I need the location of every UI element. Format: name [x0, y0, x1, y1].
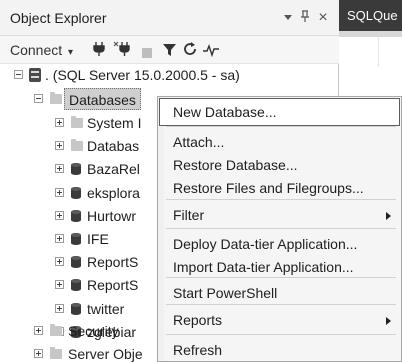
- database-icon: [71, 233, 81, 245]
- window-position-dropdown-icon[interactable]: [280, 9, 296, 27]
- chevron-down-icon: ▾: [68, 47, 74, 58]
- query-document-tab[interactable]: SQLQue: [339, 0, 402, 31]
- menu-item-label: Refresh: [173, 342, 223, 358]
- ssms-window: Object Explorer × Connect ▾ . (SQL Serve…: [0, 0, 402, 362]
- expand-icon[interactable]: [55, 164, 64, 173]
- activity-monitor-icon[interactable]: [203, 41, 219, 63]
- query-tab-label: SQLQue: [347, 8, 398, 23]
- editor-margin: [378, 37, 402, 67]
- pin-icon[interactable]: [297, 9, 313, 27]
- menu-separator: [166, 334, 396, 335]
- menu-separator: [166, 126, 396, 127]
- menu-separator: [166, 277, 396, 278]
- tree-node-server[interactable]: . (SQL Server 15.0.2000.5 - sa): [0, 64, 339, 86]
- expand-icon[interactable]: [55, 234, 64, 243]
- collapse-icon[interactable]: [34, 94, 43, 103]
- menu-item-start-powershell[interactable]: Start PowerShell: [159, 280, 400, 307]
- folder-icon: [50, 324, 62, 336]
- refresh-icon[interactable]: [183, 41, 198, 63]
- menu-separator: [166, 199, 396, 200]
- expand-icon[interactable]: [55, 211, 64, 220]
- menu-item-new-database[interactable]: New Database...: [159, 98, 400, 126]
- menu-item-label: Start PowerShell: [173, 285, 278, 301]
- folder-icon: [71, 116, 83, 128]
- server-label: . (SQL Server 15.0.2000.5 - sa): [45, 67, 240, 83]
- menu-separator: [166, 228, 396, 229]
- expand-icon[interactable]: [55, 118, 64, 127]
- tree-node-label: Databas: [87, 138, 140, 154]
- folder-icon: [50, 92, 62, 104]
- plug-x-icon[interactable]: [113, 41, 131, 63]
- context-menu: New Database... Attach... Restore Database…: [157, 96, 402, 362]
- menu-item-label: Filter: [173, 207, 205, 223]
- menu-item-label: Restore Files and Filegroups...: [173, 180, 364, 196]
- menu-item-restore-files-and-filegroups[interactable]: Restore Files and Filegroups...: [159, 175, 400, 202]
- folder-icon: [71, 139, 83, 151]
- expand-icon[interactable]: [34, 349, 43, 358]
- panel-title: Object Explorer: [10, 10, 107, 26]
- expand-icon[interactable]: [55, 304, 64, 313]
- expand-icon[interactable]: [55, 280, 64, 289]
- collapse-icon[interactable]: [14, 70, 23, 79]
- menu-separator: [166, 304, 396, 305]
- tree-node-label: twitter: [87, 301, 125, 317]
- folder-icon: [50, 347, 62, 359]
- tree-node-label: ReportS: [87, 254, 139, 270]
- stop-icon[interactable]: [142, 43, 153, 65]
- security-label: Security: [68, 323, 119, 339]
- database-icon: [71, 303, 81, 315]
- menu-item-filter[interactable]: Filter: [159, 202, 400, 229]
- database-icon: [71, 187, 81, 199]
- tree-node-label: IFE: [87, 231, 109, 247]
- filter-icon[interactable]: [163, 41, 177, 63]
- database-icon: [71, 163, 81, 175]
- tree-node-label: BazaRel: [87, 161, 140, 177]
- submenu-arrow-icon: [386, 212, 391, 220]
- expand-icon[interactable]: [34, 326, 43, 335]
- database-icon: [71, 279, 81, 291]
- menu-item-reports[interactable]: Reports: [159, 307, 400, 334]
- object-explorer-toolbar: Connect ▾: [0, 36, 339, 64]
- tree-node-label: System I: [87, 115, 142, 131]
- menu-item-refresh[interactable]: Refresh: [159, 337, 400, 362]
- submenu-arrow-icon: [386, 317, 391, 325]
- expand-icon[interactable]: [55, 141, 64, 150]
- databases-label: Databases: [64, 88, 141, 110]
- connect-button[interactable]: Connect ▾: [10, 39, 73, 61]
- expand-icon[interactable]: [55, 257, 64, 266]
- object-explorer-title-bar: Object Explorer ×: [0, 0, 339, 36]
- close-icon[interactable]: ×: [315, 9, 331, 27]
- tree-node-label: ReportS: [87, 277, 139, 293]
- tree-node-label: eksplora: [87, 185, 140, 201]
- tree-node-label: Hurtowr: [87, 208, 137, 224]
- expand-icon[interactable]: [55, 188, 64, 197]
- connect-label: Connect: [10, 42, 63, 58]
- database-icon: [71, 210, 81, 222]
- server-objects-label: Server Obje: [68, 346, 143, 362]
- database-icon: [71, 256, 81, 268]
- menu-item-label: New Database...: [173, 104, 277, 120]
- menu-item-label: Reports: [173, 312, 223, 328]
- plug-icon[interactable]: [92, 41, 106, 63]
- server-icon: [29, 68, 41, 82]
